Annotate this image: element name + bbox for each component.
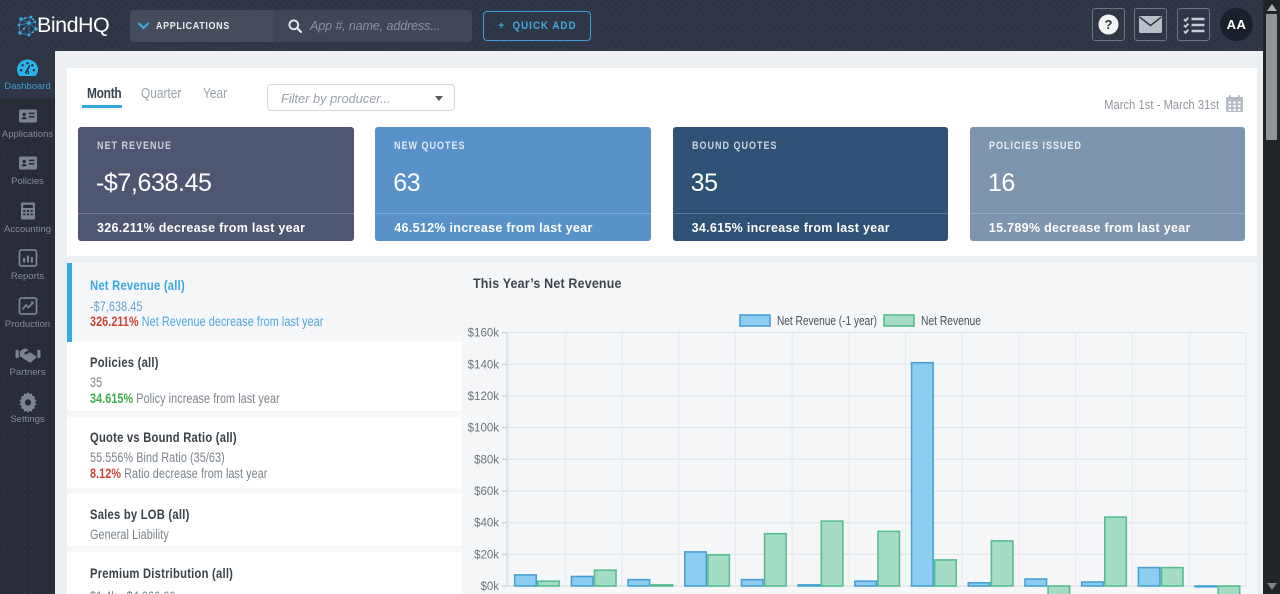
svg-text:$160k: $160k [468,328,500,340]
svg-text:$0k: $0k [480,581,499,593]
svg-text:$60k: $60k [474,486,499,498]
svg-text:$140k: $140k [468,359,500,371]
svg-text:$80k: $80k [474,454,499,466]
svg-text:$100k: $100k [468,423,500,435]
svg-text:$120k: $120k [468,391,500,403]
svg-text:Net Revenue (-1 year): Net Revenue (-1 year) [777,314,877,328]
svg-text:?: ? [1105,17,1113,32]
svg-text:$40k: $40k [474,518,499,530]
svg-text:Net Revenue: Net Revenue [921,314,981,328]
svg-text:$20k: $20k [474,549,499,561]
